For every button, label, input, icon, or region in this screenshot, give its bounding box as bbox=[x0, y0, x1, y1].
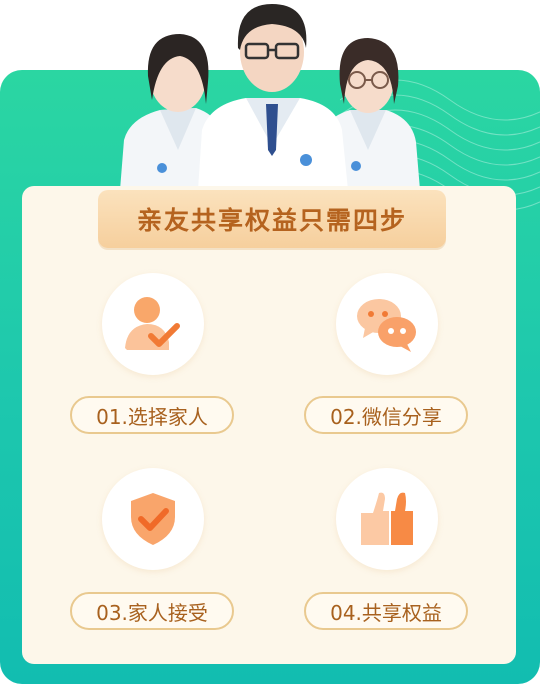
step-2-label[interactable]: 02.微信分享 bbox=[304, 396, 468, 434]
step-1-icon-circle[interactable] bbox=[102, 273, 204, 375]
doctors-illustration bbox=[120, 4, 420, 190]
step-3-icon-circle[interactable] bbox=[102, 468, 204, 570]
step-2-icon-circle[interactable] bbox=[336, 273, 438, 375]
step-3-label[interactable]: 03.家人接受 bbox=[70, 592, 234, 630]
person-check-icon bbox=[125, 297, 180, 350]
step-4-label[interactable]: 04.共享权益 bbox=[304, 592, 468, 630]
step-4-icon-circle[interactable] bbox=[336, 468, 438, 570]
thumbs-up-icon bbox=[361, 492, 413, 545]
chat-bubbles-icon bbox=[357, 299, 416, 352]
page-title: 亲友共享权益只需四步 bbox=[136, 206, 407, 235]
title-banner: 亲友共享权益只需四步 bbox=[98, 190, 446, 248]
shield-check-icon bbox=[131, 493, 175, 545]
step-1-label[interactable]: 01.选择家人 bbox=[70, 396, 234, 434]
center-doctor-figure bbox=[198, 4, 348, 190]
